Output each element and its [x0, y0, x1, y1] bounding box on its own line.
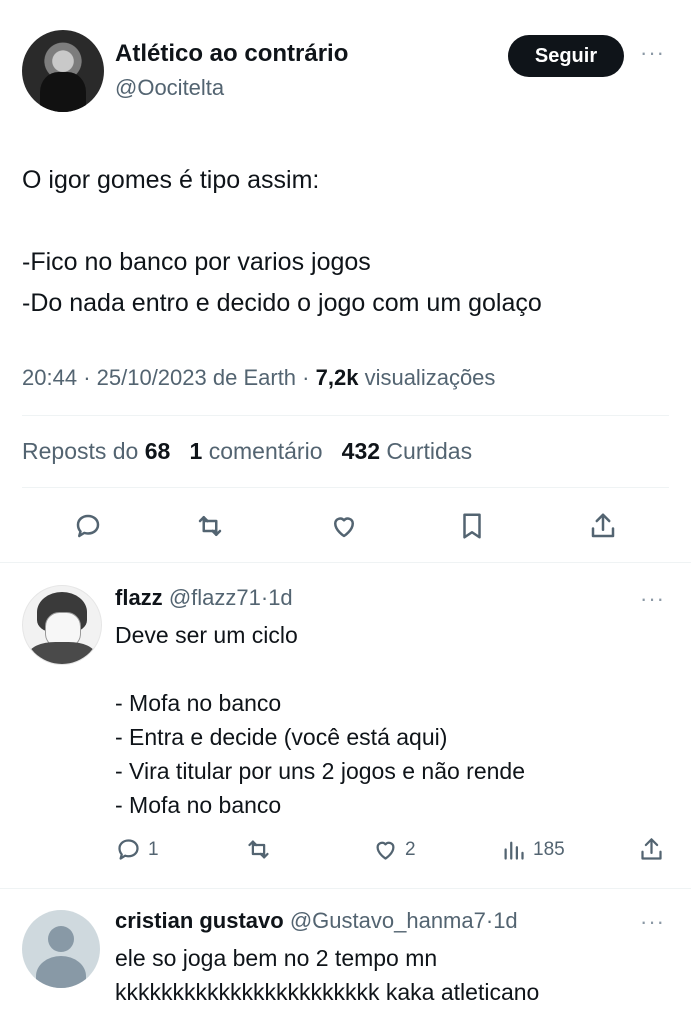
reply-text-line: Deve ser um ciclo: [115, 622, 298, 648]
reply-text-line: - Mofa no banco: [115, 690, 282, 716]
reply-text-line: - Entra e decide (você está aqui): [115, 724, 448, 750]
reply-avatar[interactable]: [22, 585, 102, 665]
reply-handle[interactable]: @Gustavo_hanma7: [290, 908, 486, 933]
bookmark-icon: [463, 513, 481, 539]
reply-text-line: [115, 652, 675, 686]
tweet-text-line: O igor gomes é tipo assim:: [22, 166, 320, 194]
reply-header: flazz @flazz71·1d: [115, 585, 293, 611]
reposts-count: 68: [144, 438, 171, 464]
more-options-icon[interactable]: ···: [640, 909, 665, 935]
reply-reply-button[interactable]: 1: [115, 836, 159, 863]
reply-icon: [118, 839, 139, 860]
views-label: visualizações: [364, 365, 496, 390]
reposts-label: Reposts do: [22, 438, 139, 464]
more-options-icon[interactable]: ···: [640, 586, 665, 612]
bookmark-button[interactable]: [452, 506, 492, 546]
likes-count: 432: [341, 438, 381, 464]
like-icon: [376, 841, 395, 860]
tweet-stats: Reposts do 68 1 comentário 432 Curtidas: [22, 438, 472, 465]
reply-text: Deve ser um ciclo - Mofa no banco - Entr…: [115, 618, 675, 822]
tweet-time[interactable]: 20:44: [22, 365, 77, 390]
divider: [0, 888, 691, 889]
meta-separator: ·: [83, 365, 97, 390]
follow-button[interactable]: Seguir: [508, 35, 624, 77]
divider: [22, 415, 669, 416]
comments-count: 1: [189, 438, 203, 464]
reply-time[interactable]: 1d: [493, 908, 517, 933]
reposts-stat[interactable]: Reposts do 68: [22, 438, 170, 464]
author-avatar[interactable]: [22, 30, 104, 112]
view-count: 185: [533, 838, 565, 860]
tweet-text: O igor gomes é tipo assim: -Fico no banc…: [22, 160, 662, 324]
like-icon: [334, 517, 354, 538]
comments-stat[interactable]: 1 comentário: [190, 438, 323, 464]
reply-text-line: kkkkkkkkkkkkkkkkkkkkkkk kaka atleticano: [115, 979, 540, 1005]
more-options-icon[interactable]: ···: [640, 40, 665, 66]
divider: [0, 562, 691, 563]
share-button[interactable]: [583, 506, 623, 546]
tweet-text-line: -Fico no banco por varios jogos: [22, 248, 371, 276]
tweet-source: de Earth: [212, 365, 297, 390]
reply-retweet-button[interactable]: [245, 836, 272, 863]
reply-time[interactable]: 1d: [268, 585, 292, 610]
reply-handle[interactable]: @flazz71: [169, 585, 261, 610]
comments-label: comentário: [208, 438, 323, 464]
like-count: 2: [405, 838, 416, 860]
share-icon: [641, 838, 662, 860]
reply-text-line: ele so joga bem no 2 tempo mn: [115, 945, 438, 971]
tweet-date[interactable]: 25/10/2023: [97, 365, 207, 390]
divider: [22, 487, 669, 488]
reply-text-line: - Mofa no banco: [115, 792, 282, 818]
likes-label: Curtidas: [386, 438, 473, 464]
likes-stat[interactable]: 432 Curtidas: [342, 438, 472, 464]
reply-views-button[interactable]: 185: [500, 836, 565, 863]
reply-text-line: - Vira titular por uns 2 jogos e não ren…: [115, 758, 525, 784]
author-display-name[interactable]: Atlético ao contrário: [115, 40, 348, 68]
reply-text: ele so joga bem no 2 tempo mn kkkkkkkkkk…: [115, 941, 675, 1009]
reply-button[interactable]: [68, 506, 108, 546]
share-icon: [591, 513, 615, 538]
reply-display-name[interactable]: flazz: [115, 585, 163, 610]
retweet-icon: [198, 516, 222, 536]
reply-display-name[interactable]: cristian gustavo: [115, 908, 284, 933]
like-button[interactable]: [324, 506, 364, 546]
reply-like-button[interactable]: 2: [372, 836, 416, 863]
author-handle[interactable]: @Oocitelta: [115, 75, 224, 101]
reply-header: cristian gustavo @Gustavo_hanma7·1d: [115, 908, 518, 934]
reply-icon: [76, 514, 100, 538]
reply-avatar[interactable]: [22, 910, 100, 988]
retweet-button[interactable]: [190, 506, 230, 546]
meta-separator: ·: [302, 365, 316, 390]
reply-share-button[interactable]: [638, 836, 665, 863]
tweet-text-line: [22, 201, 662, 242]
tweet-meta: 20:44 · 25/10/2023 de Earth · 7,2k visua…: [22, 365, 495, 391]
reply-count: 1: [148, 838, 159, 860]
views-icon: [504, 841, 524, 860]
tweet-text-line: -Do nada entro e decido o jogo com um go…: [22, 289, 542, 317]
views-count: 7,2k: [315, 365, 359, 390]
retweet-icon: [248, 840, 269, 859]
